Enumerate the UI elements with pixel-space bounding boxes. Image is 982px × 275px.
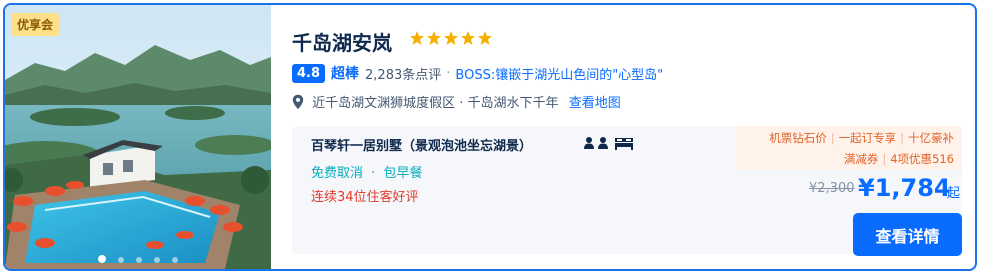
carousel-dot[interactable] — [154, 257, 160, 263]
promo-tag: 机票钻石价 — [769, 131, 827, 145]
star-icon — [461, 31, 475, 45]
free-cancel-perk: 免费取消 — [311, 166, 364, 181]
hotel-photo[interactable]: 优享会 — [5, 5, 271, 269]
star-icon — [410, 31, 424, 45]
location-text: 近千岛湖文渊狮城度假区 · 千岛湖水下千年 — [312, 96, 559, 111]
guest-praise: 连续34位住客好评 — [311, 190, 419, 205]
promo-tag: 满减券 — [843, 152, 879, 166]
room-capacity — [583, 136, 636, 152]
hotel-card[interactable]: 优享会 千岛湖安岚 4.8 超棒 2,283条点评 · BOSS:镶嵌于湖光山色间的"心… — [3, 3, 977, 271]
perk-separator: · — [371, 166, 376, 181]
member-badge: 优享会 — [11, 13, 60, 36]
room-name[interactable]: 百琴轩一居别墅（景观泡池坐忘湖景） — [311, 135, 532, 154]
person-icon — [584, 137, 594, 149]
promo-tags: 机票钻石价 | 一起订专享 | 十亿豪补 满减券 | 4项优惠516 — [736, 126, 962, 170]
star-icon — [427, 31, 441, 45]
separator-dot: · — [446, 65, 451, 81]
location-row: 近千岛湖文渊狮城度假区 · 千岛湖水下千年 查看地图 — [292, 92, 621, 112]
current-price: ¥1,784 — [858, 174, 951, 202]
tag-divider: | — [882, 152, 887, 166]
carousel-dot[interactable] — [118, 257, 124, 263]
discount-tag[interactable]: 4项优惠516 — [890, 151, 954, 167]
view-map-link[interactable]: 查看地图 — [569, 92, 621, 111]
tag-divider: | — [900, 131, 904, 145]
review-count[interactable]: 2,283条点评 — [365, 64, 441, 83]
rating-row: 4.8 超棒 2,283条点评 · BOSS:镶嵌于湖光山色间的"心型岛" — [292, 63, 663, 85]
carousel-dot[interactable] — [136, 257, 142, 263]
rating-label: 超棒 — [331, 66, 360, 82]
star-rating — [409, 30, 494, 50]
promo-tag: 十亿豪补 — [908, 131, 954, 145]
star-icon — [478, 31, 492, 45]
carousel-dots — [5, 255, 271, 263]
boss-highlight: BOSS:镶嵌于湖光山色间的"心型岛" — [455, 67, 664, 83]
room-panel: 百琴轩一居别墅（景观泡池坐忘湖景） 免费取消 · 包早餐 连续34位住客好评 机… — [292, 126, 962, 256]
carousel-dot[interactable] — [172, 257, 178, 263]
bed-icon — [615, 138, 633, 150]
star-icon — [444, 31, 458, 45]
hotel-photo-image — [5, 5, 271, 269]
tag-divider: | — [830, 131, 835, 145]
promo-tag: 一起订专享 — [838, 131, 897, 145]
price-suffix: 起 — [947, 186, 961, 201]
rating-score: 4.8 — [292, 63, 326, 83]
hotel-name[interactable]: 千岛湖安岚 — [292, 27, 392, 56]
view-details-button[interactable]: 查看详情 — [853, 213, 962, 256]
room-perks: 免费取消 · 包早餐 — [311, 162, 422, 181]
person-icon — [598, 137, 608, 149]
breakfast-perk: 包早餐 — [383, 166, 423, 181]
carousel-dot[interactable] — [98, 255, 106, 263]
original-price: ¥2,300 — [809, 181, 855, 196]
map-pin-icon — [292, 94, 304, 109]
